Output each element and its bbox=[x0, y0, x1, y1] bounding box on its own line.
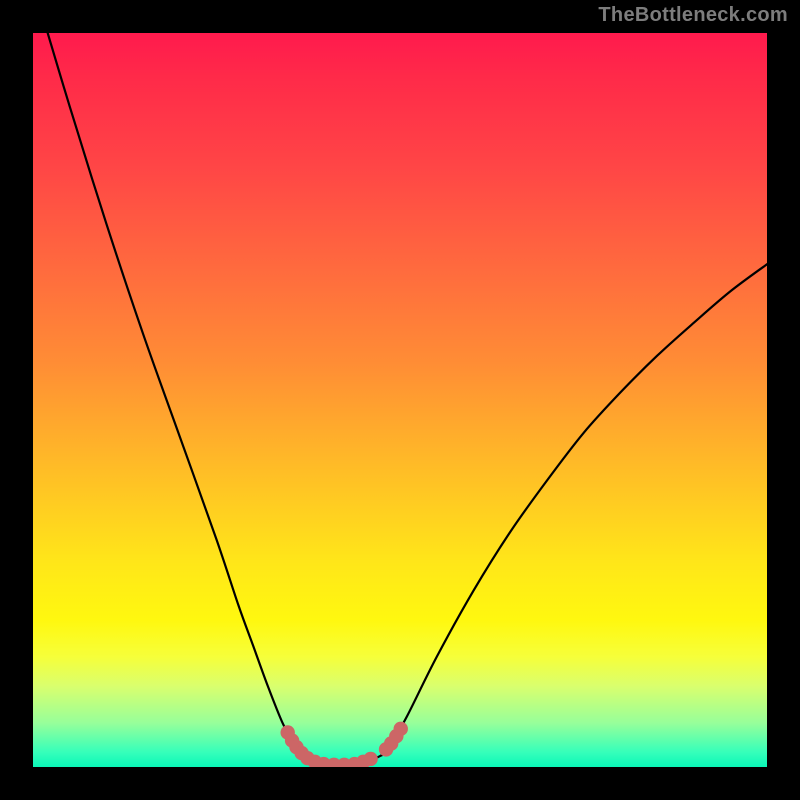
line-left-curve bbox=[48, 33, 305, 758]
valley-marker-dot bbox=[394, 722, 408, 736]
chart-container: TheBottleneck.com bbox=[0, 0, 800, 800]
plot-area bbox=[33, 33, 767, 767]
valley-markers bbox=[280, 722, 407, 767]
watermark-text: TheBottleneck.com bbox=[598, 4, 788, 27]
curve-lines bbox=[48, 33, 767, 765]
line-right-curve bbox=[382, 264, 767, 755]
valley-marker-dot bbox=[363, 752, 377, 766]
chart-svg bbox=[33, 33, 767, 767]
